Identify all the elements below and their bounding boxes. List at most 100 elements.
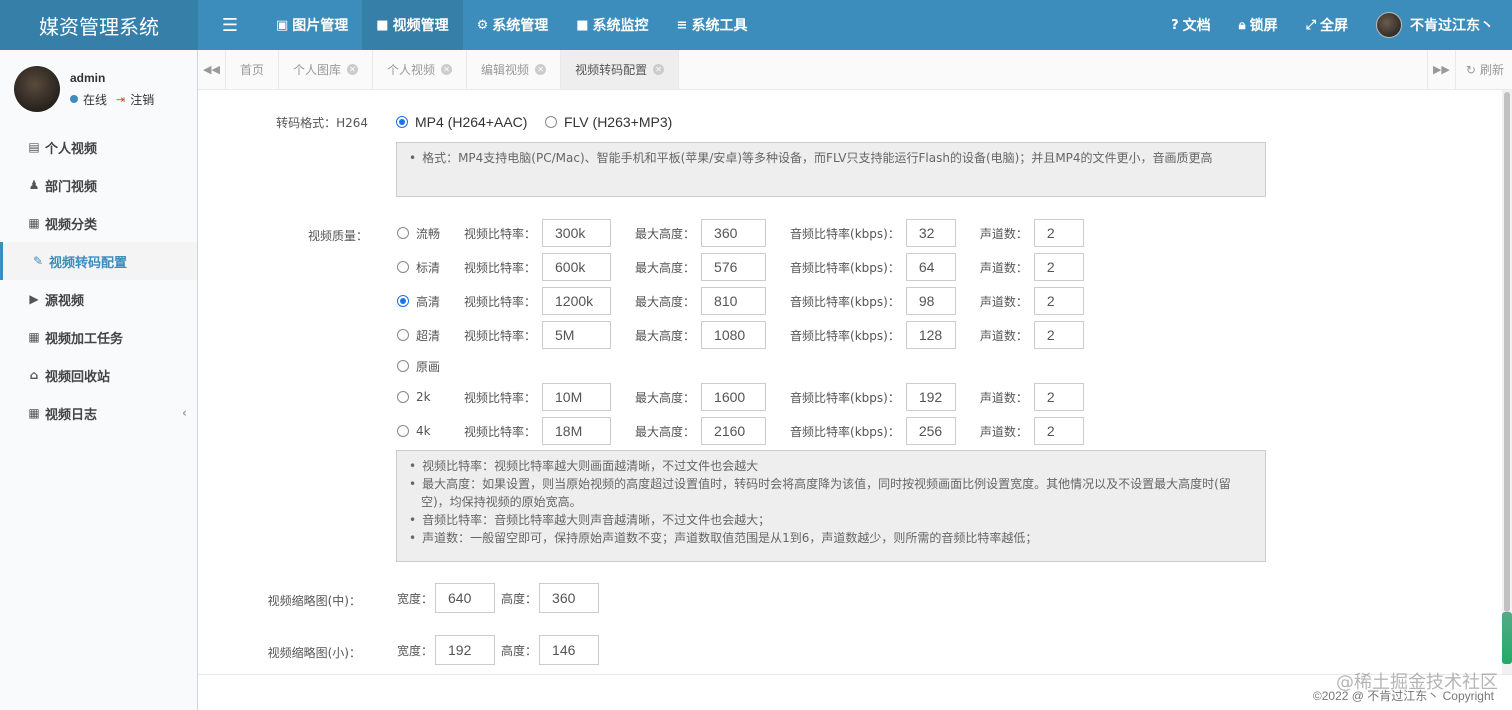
audio-bitrate-input[interactable] (905, 383, 956, 411)
side-widget[interactable] (1502, 612, 1512, 664)
audio-bitrate-input[interactable] (905, 321, 956, 349)
channels-input[interactable] (1033, 417, 1084, 445)
radio-checked[interactable] (397, 295, 409, 307)
nav-system-monitor[interactable]: ■ 系统监控 (562, 0, 662, 50)
nav-image-manage[interactable]: ▣ 图片管理 (262, 0, 362, 50)
radio[interactable] (545, 116, 557, 128)
thumb-small-width-input[interactable] (435, 635, 496, 665)
sidebar-item-video-category[interactable]: ▦ 视频分类 (0, 204, 197, 242)
format-option-flv[interactable]: FLV (H263+MP3) (545, 114, 672, 130)
quality-row-sd: 标清 视频比特率： 最大高度： 音频比特率(kbps)： 声道数： (397, 253, 1084, 281)
thumb-small-label: 视频缩略图(小)： (267, 646, 361, 660)
quality-option[interactable]: 流畅 (397, 225, 445, 242)
channels-input[interactable] (1033, 287, 1084, 315)
max-height-input[interactable] (701, 287, 767, 315)
tab-personal-gallery[interactable]: 个人图库 ✕ (279, 50, 374, 89)
quality-option[interactable]: 原画 (397, 358, 445, 375)
logout-link[interactable]: 注销 (130, 91, 154, 108)
video-bitrate-input[interactable] (542, 287, 612, 315)
tab-personal-video[interactable]: 个人视频 ✕ (373, 50, 468, 89)
refresh-button[interactable]: ↻ 刷新 (1454, 50, 1512, 89)
thumb-mid-height-input[interactable] (539, 583, 600, 613)
quality-row-smooth: 流畅 视频比特率： 最大高度： 音频比特率(kbps)： 声道数： (397, 219, 1084, 247)
video-bitrate-input[interactable] (542, 383, 612, 411)
close-icon[interactable]: ✕ (347, 64, 359, 75)
close-icon[interactable]: ✕ (535, 64, 547, 75)
audio-bitrate-input[interactable] (905, 417, 956, 445)
quality-option[interactable]: 4k (397, 424, 445, 438)
channels-input[interactable] (1033, 219, 1084, 247)
format-option-mp4[interactable]: MP4 (H264+AAC) (396, 114, 527, 130)
tab-bar: ◀◀ 首页 个人图库 ✕ 个人视频 ✕ 编辑视频 ✕ 视频转码配置 ✕ ▶▶ ↻ 刷新 (198, 50, 1512, 90)
video-bitrate-input[interactable] (542, 417, 612, 445)
docs-button[interactable]: ? 文档 (1157, 0, 1225, 50)
audio-bitrate-input[interactable] (905, 219, 956, 247)
thumb-small-height-input[interactable] (539, 635, 600, 665)
sidebar-item-dept-video[interactable]: ♟ 部门视频 (0, 166, 197, 204)
logout-icon[interactable]: ⇥ (116, 93, 125, 106)
sidebar-item-personal-video[interactable]: ▤ 个人视频 (0, 128, 197, 166)
channels-input[interactable] (1033, 383, 1084, 411)
vertical-scrollbar[interactable] (1502, 90, 1512, 674)
radio-checked[interactable] (396, 116, 408, 128)
thumb-small-row: 宽度： 高度： (397, 635, 600, 665)
radio[interactable] (397, 425, 409, 437)
sidebar-item-transcode-config[interactable]: ✎ 视频转码配置 (0, 242, 197, 280)
video-bitrate-input[interactable] (542, 321, 612, 349)
tab-scroll-right-button[interactable]: ▶▶ (1426, 50, 1455, 89)
sidebar-item-recycle-bin[interactable]: ⌂ 视频回收站 (0, 356, 197, 394)
radio[interactable] (397, 360, 409, 372)
max-height-input[interactable] (701, 321, 767, 349)
scrollbar-thumb[interactable] (1504, 92, 1510, 612)
radio[interactable] (397, 329, 409, 341)
sidebar-item-processing-tasks[interactable]: ▦ 视频加工任务 (0, 318, 197, 356)
quality-row-hd: 高清 视频比特率： 最大高度： 音频比特率(kbps)： 声道数： (397, 287, 1084, 315)
channels-input[interactable] (1033, 253, 1084, 281)
app-logo[interactable]: 媒资管理系统 (0, 0, 198, 50)
radio[interactable] (397, 261, 409, 273)
users-icon: ♟ (28, 178, 40, 192)
play-square-icon: ▶ (29, 292, 39, 306)
calendar-icon: ▦ (28, 330, 40, 344)
thumb-mid-width-input[interactable] (435, 583, 496, 613)
tab-home[interactable]: 首页 (226, 50, 280, 89)
nav-video-manage[interactable]: ■ 视频管理 (362, 0, 463, 50)
quality-option[interactable]: 2k (397, 390, 445, 404)
close-icon[interactable]: ✕ (653, 64, 665, 75)
radio[interactable] (397, 391, 409, 403)
nav-system-tools[interactable]: ≡ 系统工具 (663, 0, 762, 50)
close-icon[interactable]: ✕ (441, 64, 453, 75)
sidebar-item-video-log[interactable]: ▦ 视频日志 ‹ (0, 394, 197, 432)
sidebar-item-source-video[interactable]: ▶ 源视频 (0, 280, 197, 318)
max-height-input[interactable] (701, 383, 767, 411)
max-height-input[interactable] (701, 417, 767, 445)
tab-scroll-left-button[interactable]: ◀◀ (198, 50, 226, 89)
format-hint: • 格式：MP4支持电脑(PC/Mac)、智能手机和平板(苹果/安卓)等多种设备，… (396, 142, 1266, 197)
video-bitrate-input[interactable] (542, 253, 612, 281)
fullscreen-button[interactable]: ⤢ 全屏 (1292, 0, 1362, 50)
audio-bitrate-input[interactable] (905, 287, 956, 315)
bars-icon: ☰ (221, 14, 239, 35)
max-height-input[interactable] (701, 253, 767, 281)
quality-option[interactable]: 高清 (397, 293, 445, 310)
channels-input[interactable] (1033, 321, 1084, 349)
monitor-icon: ■ (576, 17, 589, 33)
quality-option[interactable]: 超清 (397, 327, 445, 344)
tab-transcode-config[interactable]: 视频转码配置 ✕ (561, 50, 680, 89)
bars-icon: ≡ (676, 17, 688, 33)
tab-edit-video[interactable]: 编辑视频 ✕ (467, 50, 562, 89)
quality-row-4k: 4k 视频比特率： 最大高度： 音频比特率(kbps)： 声道数： (397, 417, 1084, 445)
lock-screen-button[interactable]: 🔒︎ 锁屏 (1225, 0, 1292, 50)
nav-system-manage[interactable]: ⚙ 系统管理 (463, 0, 563, 50)
user-menu[interactable]: 不肯过江东丶 (1362, 0, 1512, 50)
quality-label: 视频质量： (307, 229, 368, 243)
max-height-input[interactable] (701, 219, 767, 247)
thumb-mid-row: 宽度： 高度： (397, 583, 600, 613)
audio-bitrate-input[interactable] (905, 253, 956, 281)
quality-option[interactable]: 标清 (397, 259, 445, 276)
video-bitrate-input[interactable] (542, 219, 612, 247)
calendar-icon: ▦ (28, 406, 40, 420)
sidebar-toggle-button[interactable]: ☰ (198, 0, 262, 50)
radio[interactable] (397, 227, 409, 239)
format-label: 转码格式：H264 (276, 116, 368, 130)
